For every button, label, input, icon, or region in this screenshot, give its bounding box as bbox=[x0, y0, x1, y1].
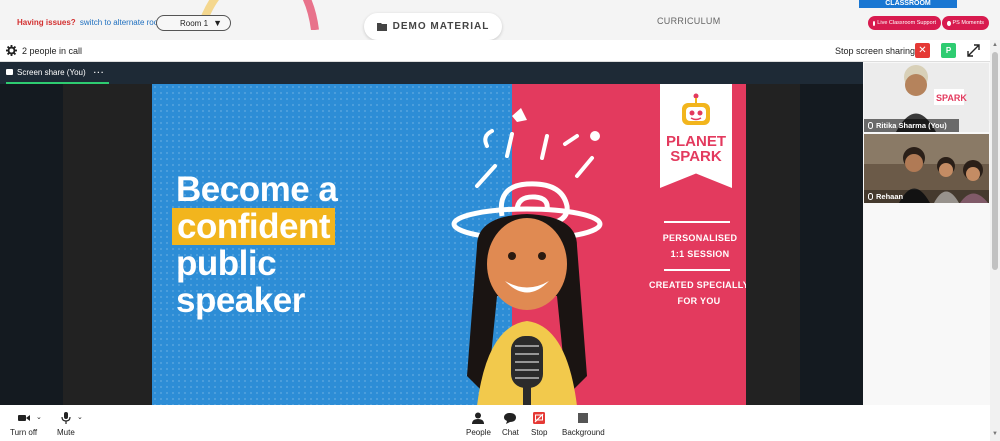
mic-toggle-button[interactable]: Mute bbox=[57, 412, 75, 437]
screen-icon bbox=[6, 69, 13, 75]
folder-icon bbox=[376, 23, 387, 31]
participant-tile-rehaan[interactable]: Rehaan bbox=[864, 134, 989, 203]
people-label: People bbox=[466, 428, 491, 437]
background-label: Background bbox=[562, 428, 605, 437]
person-icon bbox=[472, 412, 485, 424]
app-window: Having issues? switch to alternate room … bbox=[0, 0, 1000, 441]
scroll-down-icon[interactable]: ▼ bbox=[992, 431, 998, 437]
room-select-value: Room 1 bbox=[180, 18, 209, 28]
live-support-label: Live Classroom Support bbox=[877, 20, 936, 26]
speaker-girl-illustration bbox=[451, 108, 603, 405]
mic-icon bbox=[868, 193, 873, 200]
camera-icon bbox=[17, 415, 30, 421]
mic-icon bbox=[868, 122, 873, 129]
share-tab-bar: Screen share (You) ··· bbox=[0, 62, 863, 84]
stop-screen-sharing-label[interactable]: Stop screen sharing bbox=[835, 46, 915, 56]
background-icon bbox=[578, 413, 589, 423]
demo-material-button[interactable]: DEMO MATERIAL bbox=[364, 13, 502, 40]
brand-line-1: PLANET bbox=[666, 133, 726, 150]
people-count: 2 people in call bbox=[22, 46, 83, 56]
svg-text:SPARK: SPARK bbox=[936, 93, 967, 103]
top-bar: Having issues? switch to alternate room … bbox=[0, 0, 1000, 40]
issue-question: Having issues? bbox=[17, 18, 76, 27]
demo-material-label: DEMO MATERIAL bbox=[392, 21, 490, 32]
background-button[interactable]: Background bbox=[562, 412, 605, 437]
shared-slide: Become a confident public speaker PLANET… bbox=[152, 84, 746, 405]
headline-line-1: Become a bbox=[176, 170, 338, 209]
room-select[interactable]: Room 1 ▼ bbox=[156, 15, 231, 31]
slide-divider bbox=[664, 269, 730, 271]
chat-label: Chat bbox=[502, 428, 519, 437]
slide-headline: Become a confident public speaker bbox=[172, 170, 338, 320]
robot-logo-icon bbox=[682, 93, 710, 125]
tab-screen-share[interactable]: Screen share (You) ··· bbox=[6, 62, 109, 84]
chat-button[interactable]: Chat bbox=[502, 412, 519, 437]
scroll-up-icon[interactable]: ▲ bbox=[992, 42, 998, 48]
stage-side-left bbox=[0, 84, 63, 405]
issue-notice: Having issues? switch to alternate room bbox=[17, 18, 165, 27]
expand-icon[interactable] bbox=[967, 44, 980, 57]
stage-side-right bbox=[800, 84, 863, 405]
curriculum-tab[interactable]: CURRICULUM bbox=[657, 16, 721, 26]
brand-line-2: SPARK bbox=[670, 148, 722, 165]
headline-line-4: speaker bbox=[176, 281, 305, 320]
mic-label: Mute bbox=[57, 428, 75, 437]
mic-icon bbox=[61, 412, 71, 424]
headline-line-3: public bbox=[176, 244, 277, 283]
page-scrollbar[interactable]: ▲ ▼ bbox=[990, 40, 1000, 441]
live-classroom-support-button[interactable]: Live Classroom Support bbox=[868, 16, 941, 30]
ps-moments-button[interactable]: PS Moments bbox=[942, 16, 989, 30]
presenter-badge[interactable]: P bbox=[941, 43, 956, 58]
participant-label-rehaan: Rehaan bbox=[864, 190, 989, 203]
camera-label: Turn off bbox=[10, 428, 38, 437]
camera-toggle-button[interactable]: Turn off bbox=[10, 412, 37, 437]
screen-share-tab-label: Screen share (You) bbox=[17, 67, 86, 77]
slide-text-2b: FOR YOU bbox=[677, 296, 721, 306]
slide-text-block-2: CREATED SPECIALLY FOR YOU bbox=[624, 277, 746, 309]
slide-divider bbox=[664, 221, 730, 223]
participant-tile-self[interactable]: SPARK Ritika Sharma (You) bbox=[864, 63, 989, 132]
stop-label: Stop bbox=[531, 428, 548, 437]
alternate-room-link[interactable]: switch to alternate room bbox=[80, 18, 165, 27]
participant-tiles: SPARK Ritika Sharma (You) Rehaan bbox=[863, 62, 990, 405]
camera-options-chevron-icon[interactable]: ⌄ bbox=[36, 413, 42, 421]
stop-sharing-close-button[interactable]: ✕ bbox=[915, 43, 930, 58]
slide-text-block-1: PERSONALISED 1:1 SESSION bbox=[640, 230, 746, 262]
people-button[interactable]: People bbox=[466, 412, 491, 437]
slide-text-1a: PERSONALISED bbox=[662, 233, 738, 243]
stop-share-icon bbox=[533, 412, 546, 424]
mic-options-chevron-icon[interactable]: ⌄ bbox=[77, 413, 83, 421]
more-options-icon[interactable]: ··· bbox=[94, 68, 105, 77]
classroom-tab[interactable]: CLASSROOM bbox=[859, 0, 957, 8]
star-icon bbox=[947, 20, 951, 26]
caret-down-icon: ▼ bbox=[213, 18, 222, 28]
headline-highlight: confident bbox=[172, 208, 335, 245]
brand-name: PLANET SPARK bbox=[660, 134, 732, 164]
stop-sharing-button[interactable]: Stop bbox=[531, 412, 547, 437]
call-toolbar: Turn off ⌄ Mute ⌄ People Chat Stop Backg… bbox=[0, 405, 990, 441]
participant-label-self: Ritika Sharma (You) bbox=[864, 119, 959, 132]
ps-moments-label: PS Moments bbox=[952, 20, 984, 26]
slide-text-2a: CREATED SPECIALLY bbox=[648, 280, 746, 290]
call-header: 2 people in call Stop screen sharing ✕ P bbox=[0, 40, 990, 62]
participant-name-rehaan: Rehaan bbox=[876, 192, 904, 201]
gear-icon[interactable] bbox=[6, 45, 17, 56]
participant-name-self: Ritika Sharma (You) bbox=[876, 121, 947, 130]
support-icon bbox=[873, 20, 876, 26]
scroll-thumb[interactable] bbox=[992, 52, 998, 270]
slide-text-1b: 1:1 SESSION bbox=[670, 249, 730, 259]
chat-icon bbox=[504, 413, 517, 424]
